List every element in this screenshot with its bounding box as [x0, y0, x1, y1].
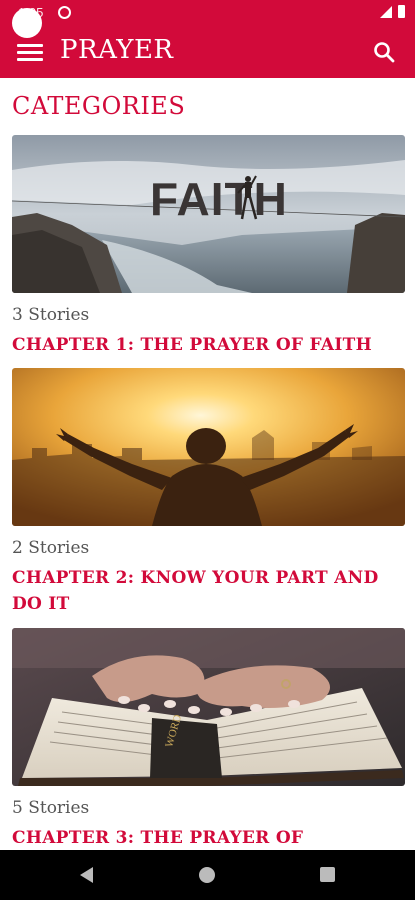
category-title[interactable]: CHAPTER 1: THE PRAYER OF FAITH — [12, 333, 405, 359]
story-count: 5 Stories — [12, 798, 90, 818]
app-bar: PRAYER — [0, 26, 415, 78]
back-icon[interactable] — [80, 867, 93, 883]
story-count: 2 Stories — [12, 538, 90, 558]
content: CATEGORIES FAITH 3 Stories CHAPTER 1: TH… — [0, 78, 415, 850]
section-title: CATEGORIES — [12, 92, 186, 120]
notification-icon — [58, 6, 71, 19]
category-card[interactable]: WORD 5 Stories CHAPTER 3: THE PRAYER OF … — [12, 628, 405, 850]
category-card[interactable]: 2 Stories CHAPTER 2: KNOW YOUR PART AND … — [12, 368, 405, 617]
status-bar: 1:05 — [0, 0, 415, 38]
category-image[interactable]: FAITH — [12, 135, 405, 293]
faith-image-text: FAITH — [150, 173, 288, 225]
category-image[interactable]: WORD — [12, 628, 405, 786]
story-count: 3 Stories — [12, 305, 90, 325]
header: 1:05 PRAYER — [0, 0, 415, 78]
home-icon[interactable] — [199, 867, 215, 883]
category-title[interactable]: CHAPTER 2: KNOW YOUR PART AND DO IT — [12, 566, 405, 617]
signal-icon — [380, 5, 392, 18]
category-title[interactable]: CHAPTER 3: THE PRAYER OF PETITION — [12, 826, 405, 850]
status-icons — [380, 5, 405, 18]
category-image[interactable] — [12, 368, 405, 526]
battery-icon — [398, 5, 405, 18]
navigation-bar — [0, 850, 415, 900]
app-title: PRAYER — [60, 35, 174, 65]
menu-icon[interactable] — [17, 42, 43, 62]
search-icon[interactable] — [372, 40, 396, 64]
recent-apps-icon[interactable] — [320, 867, 335, 882]
category-card[interactable]: FAITH 3 Stories CHAPTER 1: THE PRAYER OF… — [12, 135, 405, 359]
